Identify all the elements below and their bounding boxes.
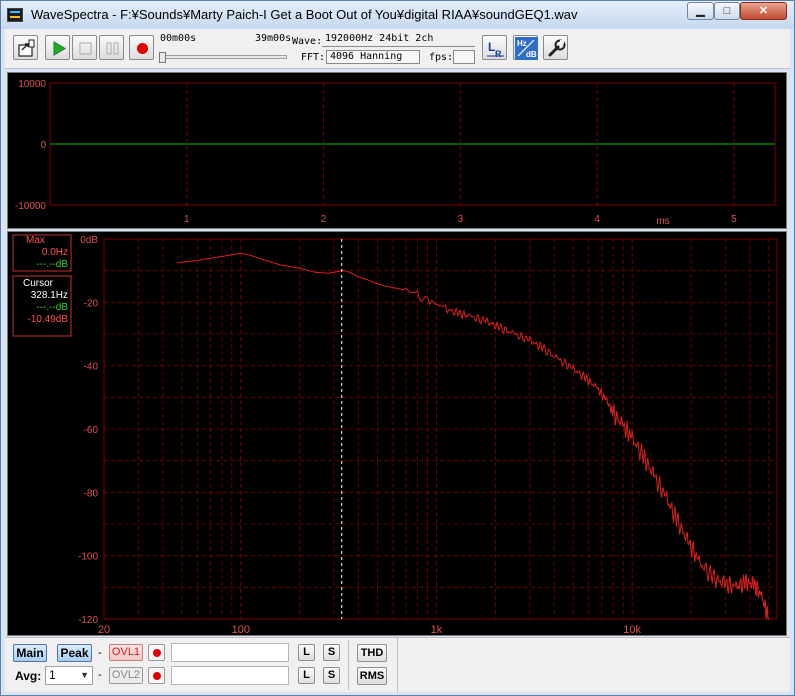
divider [397, 638, 398, 692]
x-unit-label: ms [656, 216, 669, 227]
divider [348, 640, 349, 690]
hz-db-icon: Hz dB [515, 37, 538, 60]
avg-label: Avg: [15, 669, 42, 683]
avg-value: 1 [49, 668, 56, 682]
y-tick-label: 0dB [80, 235, 98, 246]
spectrum-line [176, 252, 769, 620]
minimize-button[interactable]: ▁ [687, 2, 714, 20]
bottom-bar: Main Peak - - OVL1 OVL2 L S L S THD RMS … [5, 637, 790, 692]
seek-slider[interactable] [159, 52, 166, 63]
stop-icon [79, 42, 92, 55]
x-tick-label: 5 [731, 214, 737, 225]
x-tick-label: 20 [98, 624, 110, 635]
svg-text:dB: dB [526, 50, 537, 59]
overlay1-button[interactable]: OVL1 [109, 644, 143, 661]
overlay1-save-button[interactable]: S [323, 644, 340, 661]
x-tick-label: 10k [623, 624, 641, 635]
x-tick-label: 1k [431, 624, 443, 635]
rms-button[interactable]: RMS [357, 667, 387, 685]
pause-icon [106, 42, 119, 55]
peak-button[interactable]: Peak [57, 644, 92, 662]
overlay1-record-button[interactable] [148, 644, 165, 661]
chevron-down-icon: ▼ [80, 670, 89, 680]
cursor-title: Cursor [23, 278, 54, 289]
x-tick-label: 100 [232, 624, 250, 635]
lr-icon: L R [487, 40, 504, 59]
wave-format: 192000Hz 24bit 2ch [322, 33, 475, 47]
y-tick-label: 10000 [18, 79, 46, 90]
export-button[interactable] [13, 35, 38, 60]
fps-value [453, 50, 475, 64]
spectrum-panel[interactable]: 0dB -20 -40 -60 -80 -100 -120 20 100 1k 10k Max 0.0H… [7, 231, 787, 636]
record-icon [137, 43, 148, 54]
cursor-level-left: ---.--dB [36, 302, 68, 313]
x-tick-label: 3 [458, 214, 464, 225]
svg-text:R: R [495, 49, 502, 59]
overlay1-name-field[interactable] [171, 643, 289, 662]
close-button[interactable]: ✕ [740, 2, 787, 20]
fft-label: FFT: [301, 52, 326, 63]
play-button[interactable] [45, 35, 70, 60]
fft-setting: 4096 Hanning [326, 50, 420, 64]
pause-button[interactable] [99, 35, 124, 60]
seek-track[interactable] [161, 55, 287, 59]
wave-label: Wave: [292, 36, 323, 47]
cursor-level-right: -10.49dB [27, 314, 68, 325]
overlay2-button[interactable]: OVL2 [109, 667, 143, 684]
separator-dash: - [98, 647, 102, 659]
hz-db-button[interactable]: Hz dB [513, 35, 538, 60]
play-icon [53, 41, 66, 56]
x-tick-label: 4 [594, 214, 600, 225]
cursor-freq: 328.1Hz [31, 290, 68, 301]
y-tick-label: -100 [78, 552, 98, 563]
avg-select[interactable]: 1 ▼ [45, 666, 93, 685]
spectrum-chart[interactable]: 0dB -20 -40 -60 -80 -100 -12020 100 1k 10k Max0.0H… [8, 232, 786, 636]
overlay2-load-button[interactable]: L [298, 667, 315, 684]
max-title: Max [26, 235, 45, 246]
time-end: 39m00s [255, 33, 292, 44]
settings-button[interactable] [543, 35, 568, 60]
window-title: WaveSpectra - F:¥Sounds¥Marty Paich-I Ge… [31, 7, 578, 22]
separator-dash: - [98, 669, 102, 681]
x-tick-label: 2 [321, 214, 327, 225]
time-start: 00m00s [160, 33, 197, 44]
x-tick-label: 1 [184, 214, 190, 225]
toolbar: 00m00s 39m00s Wave: 192000Hz 24bit 2ch F… [5, 29, 790, 69]
title-bar[interactable]: WaveSpectra - F:¥Sounds¥Marty Paich-I Ge… [1, 1, 794, 29]
y-tick-label: -80 [84, 488, 99, 499]
record-button[interactable] [129, 35, 154, 60]
thd-button[interactable]: THD [357, 644, 387, 662]
y-tick-label: 0 [40, 140, 46, 151]
main-button[interactable]: Main [13, 644, 47, 662]
overlay2-record-button[interactable] [148, 667, 165, 684]
y-tick-label: -60 [84, 425, 99, 436]
maximize-button[interactable]: □ [714, 2, 740, 20]
fps-label: fps: [429, 52, 454, 63]
app-window: WaveSpectra - F:¥Sounds¥Marty Paich-I Ge… [0, 0, 795, 696]
y-tick-label: -40 [84, 362, 99, 373]
export-icon [18, 39, 35, 57]
stop-button[interactable] [72, 35, 97, 60]
max-level: ---.--dB [36, 259, 68, 270]
y-tick-label: -10000 [15, 201, 47, 212]
overlay2-save-button[interactable]: S [323, 667, 340, 684]
y-tick-label: -120 [78, 615, 98, 626]
waveform-panel[interactable]: 1 2 3 4 5 10000 0 -10000 ms [7, 72, 787, 229]
waveform-chart[interactable]: 1 2 3 4 5 10000 0 -10000 ms [8, 73, 786, 228]
y-tick-label: -20 [84, 298, 99, 309]
overlay1-load-button[interactable]: L [298, 644, 315, 661]
app-icon [7, 8, 23, 22]
overlay2-name-field[interactable] [171, 666, 289, 685]
channel-lr-button[interactable]: L R [482, 35, 507, 60]
wrench-icon [548, 39, 566, 57]
max-freq: 0.0Hz [42, 247, 68, 258]
svg-text:Hz: Hz [517, 39, 527, 48]
